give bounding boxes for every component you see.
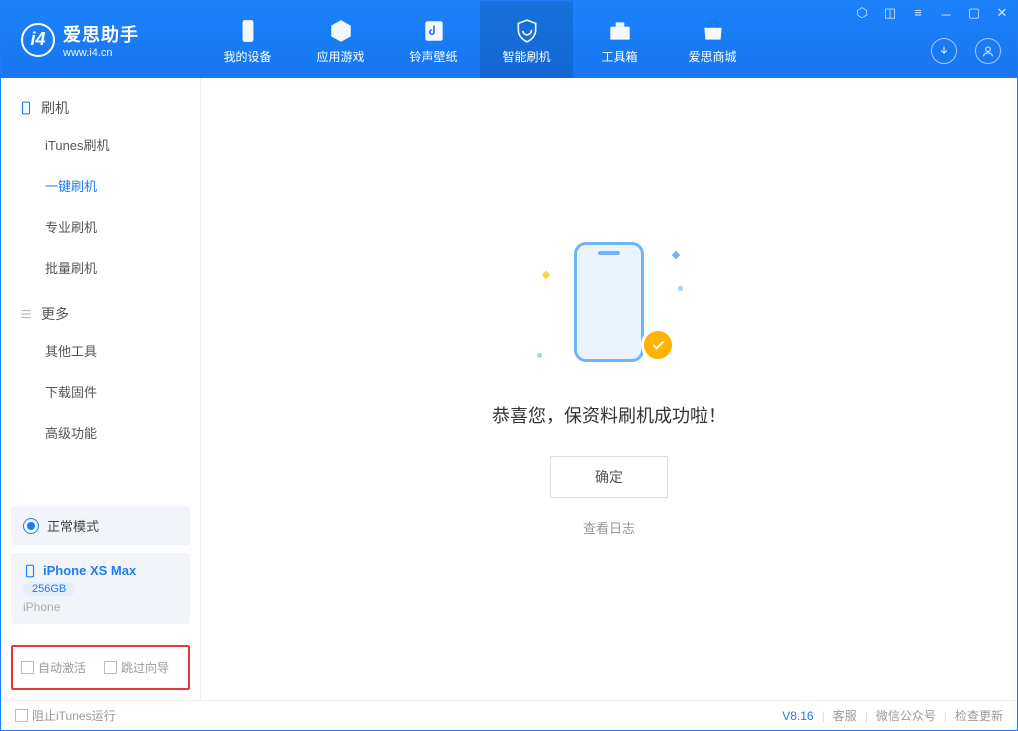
window-controls: ⬡ ◫ ≡ － ▢ ✕ — [853, 5, 1011, 24]
sidebar-item-onekey-flash[interactable]: 一键刷机 — [45, 165, 200, 206]
footer-link-support[interactable]: 客服 — [833, 707, 857, 724]
app-title: 爱思助手 — [63, 21, 139, 47]
main-nav: 我的设备 应用游戏 铃声壁纸 智能刷机 工具箱 爱思商城 — [201, 1, 759, 78]
bottom-options-highlighted: 自动激活 跳过向导 — [11, 645, 190, 690]
nav-toolbox[interactable]: 工具箱 — [573, 1, 666, 78]
mode-indicator-icon — [23, 518, 39, 534]
checkbox-auto-activate[interactable]: 自动激活 — [21, 659, 86, 676]
footer-link-wechat[interactable]: 微信公众号 — [876, 707, 936, 724]
nav-label: 爱思商城 — [688, 48, 736, 65]
nav-label: 应用游戏 — [316, 48, 364, 65]
checkbox-block-itunes[interactable]: 阻止iTunes运行 — [15, 707, 116, 724]
app-header: i4 爱思助手 www.i4.cn 我的设备 应用游戏 铃声壁纸 智能刷机 工具… — [1, 1, 1017, 78]
status-bar: 阻止iTunes运行 V8.16 | 客服 | 微信公众号 | 检查更新 — [1, 700, 1017, 730]
group-title: 刷机 — [41, 98, 69, 118]
success-illustration — [549, 242, 669, 372]
nav-store[interactable]: 爱思商城 — [666, 1, 759, 78]
success-message: 恭喜您，保资料刷机成功啦！ — [492, 402, 726, 428]
ok-button[interactable]: 确定 — [550, 456, 668, 498]
device-info-box[interactable]: iPhone XS Max 256GB iPhone — [11, 553, 190, 624]
sidebar-item-advanced[interactable]: 高级功能 — [45, 412, 200, 453]
device-name: iPhone XS Max — [43, 563, 136, 578]
store-icon — [700, 18, 726, 44]
menu-icon[interactable]: ≡ — [909, 5, 927, 24]
skin-icon[interactable]: ⬡ — [853, 5, 871, 24]
nav-ringtones[interactable]: 铃声壁纸 — [387, 1, 480, 78]
toolbox-icon — [607, 18, 633, 44]
nav-label: 铃声壁纸 — [409, 48, 457, 65]
checkbox-skip-guide[interactable]: 跳过向导 — [104, 659, 169, 676]
nav-label: 智能刷机 — [502, 48, 550, 65]
cube-icon — [328, 18, 354, 44]
sidebar-item-itunes-flash[interactable]: iTunes刷机 — [45, 124, 200, 165]
footer-link-update[interactable]: 检查更新 — [955, 707, 1003, 724]
download-button[interactable] — [931, 38, 957, 64]
user-button[interactable] — [975, 38, 1001, 64]
sidebar-group-more: 更多 — [1, 298, 200, 330]
checkbox-icon — [15, 709, 28, 722]
nav-label: 工具箱 — [601, 48, 637, 65]
sidebar-item-batch-flash[interactable]: 批量刷机 — [45, 247, 200, 288]
minimize-button[interactable]: － — [937, 5, 955, 24]
checkbox-icon — [104, 661, 117, 674]
group-title: 更多 — [41, 304, 69, 324]
device-icon — [235, 18, 261, 44]
refresh-shield-icon — [514, 18, 540, 44]
checkbox-label: 自动激活 — [38, 659, 86, 676]
sidebar-item-pro-flash[interactable]: 专业刷机 — [45, 206, 200, 247]
success-check-badge — [641, 328, 675, 362]
nav-my-device[interactable]: 我的设备 — [201, 1, 294, 78]
nav-label: 我的设备 — [223, 48, 271, 65]
phone-icon — [19, 101, 33, 115]
nav-flash[interactable]: 智能刷机 — [480, 1, 573, 78]
nav-apps[interactable]: 应用游戏 — [294, 1, 387, 78]
device-type: iPhone — [23, 600, 178, 614]
sidebar-item-other-tools[interactable]: 其他工具 — [45, 330, 200, 371]
device-mode: 正常模式 — [47, 516, 99, 535]
sidebar: 刷机 iTunes刷机 一键刷机 专业刷机 批量刷机 更多 其他工具 下载固件 … — [1, 78, 201, 700]
music-icon — [421, 18, 447, 44]
checkbox-label: 阻止iTunes运行 — [32, 707, 116, 724]
feedback-icon[interactable]: ◫ — [881, 5, 899, 24]
sidebar-item-download-firmware[interactable]: 下载固件 — [45, 371, 200, 412]
logo-icon: i4 — [21, 23, 55, 57]
view-log-link[interactable]: 查看日志 — [583, 518, 635, 537]
maximize-button[interactable]: ▢ — [965, 5, 983, 24]
checkbox-label: 跳过向导 — [121, 659, 169, 676]
phone-graphic — [574, 242, 644, 362]
device-capacity: 256GB — [23, 582, 75, 596]
device-mode-box[interactable]: 正常模式 — [11, 506, 190, 545]
close-button[interactable]: ✕ — [993, 5, 1011, 24]
app-subtitle: www.i4.cn — [63, 47, 139, 59]
list-icon — [19, 307, 33, 321]
main-content: 恭喜您，保资料刷机成功啦！ 确定 查看日志 — [201, 78, 1017, 700]
version-label: V8.16 — [782, 709, 813, 723]
logo-area: i4 爱思助手 www.i4.cn — [1, 1, 201, 78]
sidebar-group-flash: 刷机 — [1, 92, 200, 124]
phone-icon — [23, 564, 37, 578]
checkbox-icon — [21, 661, 34, 674]
